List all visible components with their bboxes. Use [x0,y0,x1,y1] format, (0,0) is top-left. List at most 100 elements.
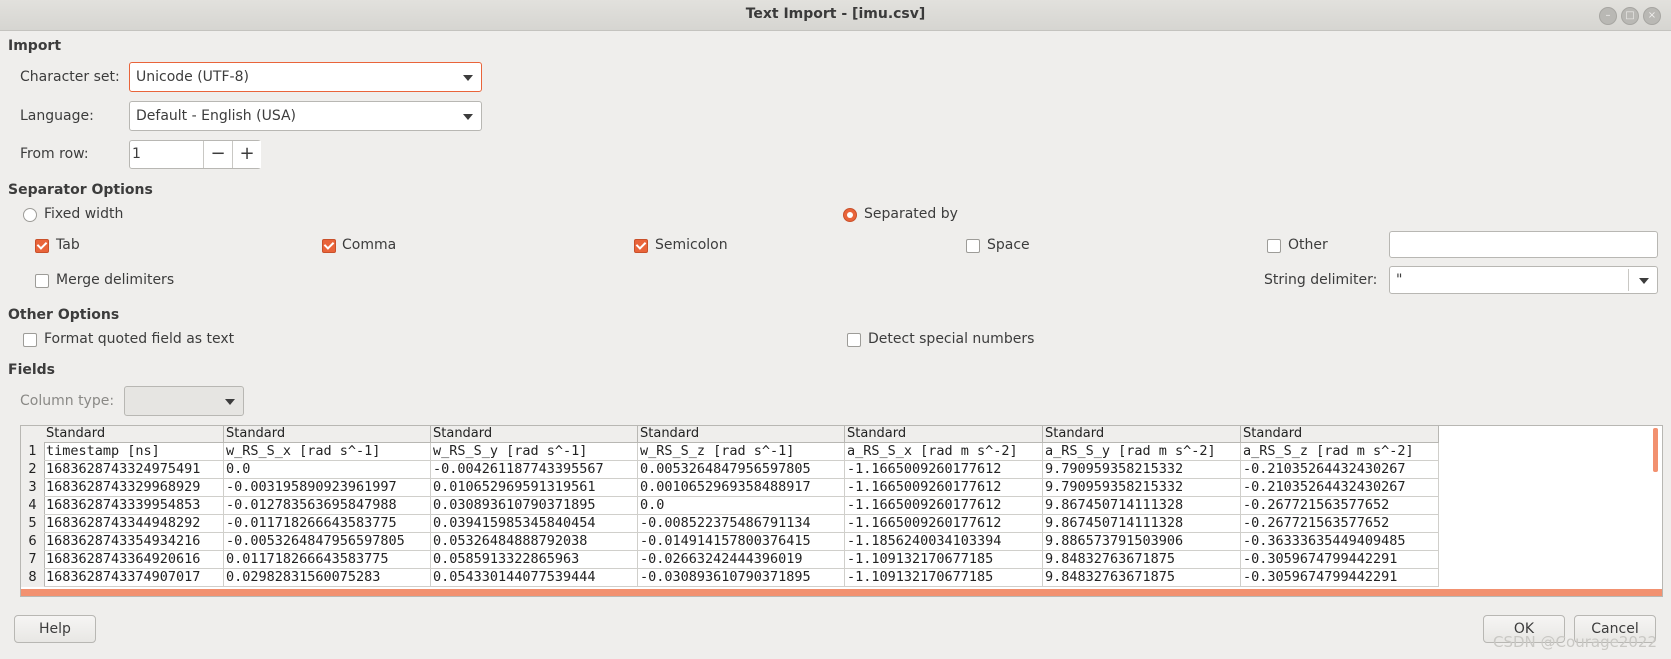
grid-cell: 0.0010652969358488917 [638,479,845,497]
detect-special-label: Detect special numbers [868,331,1035,347]
grid-cell: 0.039415985345840454 [431,515,638,533]
grid-cell: 0.05326484888792038 [431,533,638,551]
string-delimiter-value[interactable]: " [1396,272,1402,288]
fromrow-value[interactable]: 1 [132,146,141,162]
grid-cell: -0.030893610790371895 [638,569,845,587]
charset-label: Character set: [20,69,120,85]
fromrow-spinner[interactable]: 1 − + [129,140,261,169]
row-number: 5 [21,515,45,533]
string-delimiter-label: String delimiter: [1264,272,1378,288]
grid-cell: -0.008522375486791134 [638,515,845,533]
grid-cell: 9.84832763671875 [1043,569,1241,587]
grid-cell: -0.0053264847956597805 [224,533,431,551]
column-type-label: Column type: [20,393,115,409]
import-section-title: Import [8,38,62,54]
chevron-down-icon [225,399,235,405]
comma-checkbox[interactable] [322,239,336,253]
charset-combo[interactable]: Unicode (UTF-8) [129,62,482,92]
column-header[interactable]: Standard [1043,426,1241,443]
language-combo[interactable]: Default - English (USA) [129,101,482,131]
preview-grid[interactable]: Standard Standard Standard Standard Standard… [20,425,1663,597]
other-input[interactable] [1389,231,1658,258]
comma-label: Comma [342,237,397,253]
grid-cell: 9.790959358215332 [1043,461,1241,479]
string-delimiter-combo[interactable]: " [1389,266,1658,294]
grid-cell: 1683628743339954853 [44,497,224,515]
maximize-button[interactable]: □ [1621,7,1639,25]
vertical-scrollbar[interactable] [1653,428,1658,472]
grid-cell: -0.3059674799442291 [1241,569,1439,587]
format-quoted-checkbox[interactable] [23,333,37,347]
grid-cell: 1683628743329968929 [44,479,224,497]
grid-cell: -1.1665009260177612 [845,515,1043,533]
separator-section-title: Separator Options [8,182,153,198]
grid-cell: 1683628743374907017 [44,569,224,587]
grid-cell: timestamp [ns] [44,443,224,461]
grid-cell: -0.02663242444396019 [638,551,845,569]
fromrow-label: From row: [20,146,89,162]
grid-cell: w_RS_S_z [rad s^-1] [638,443,845,461]
grid-cell: w_RS_S_x [rad s^-1] [224,443,431,461]
grid-cell: 9.886573791503906 [1043,533,1241,551]
grid-cell: 1683628743354934216 [44,533,224,551]
space-checkbox[interactable] [966,239,980,253]
column-header[interactable]: Standard [44,426,224,443]
other-checkbox[interactable] [1267,239,1281,253]
language-label: Language: [20,108,94,124]
grid-cell: 0.0 [224,461,431,479]
grid-cell: 1683628743364920616 [44,551,224,569]
decrement-button[interactable]: − [203,141,232,168]
grid-cell: -0.003195890923961997 [224,479,431,497]
row-number: 6 [21,533,45,551]
charset-value: Unicode (UTF-8) [136,69,249,85]
grid-cell: 0.0 [638,497,845,515]
column-type-combo[interactable] [124,386,244,416]
format-quoted-label: Format quoted field as text [44,331,235,347]
grid-cell: 0.005326484795659780​5 [638,461,845,479]
grid-cell: 9.867450714111328 [1043,515,1241,533]
column-header[interactable]: Standard [224,426,431,443]
grid-cell: -0.21035264432430267 [1241,479,1439,497]
grid-cell: 1683628743324975491 [44,461,224,479]
other-label: Other [1288,237,1328,253]
grid-cell: a_RS_S_x [rad m s^-2] [845,443,1043,461]
close-button[interactable]: × [1643,7,1661,25]
title-bar: Text Import - [imu.csv] – □ × [0,0,1671,31]
column-header[interactable]: Standard [431,426,638,443]
grid-corner [21,426,45,444]
column-header[interactable]: Standard [1241,426,1439,443]
horizontal-scrollbar[interactable] [21,589,1662,596]
semicolon-checkbox[interactable] [634,239,648,253]
space-label: Space [987,237,1030,253]
grid-cell: 1683628743344948292 [44,515,224,533]
fixed-width-label: Fixed width [44,206,124,222]
combo-divider [1628,269,1629,291]
grid-cell: 9.84832763671875 [1043,551,1241,569]
other-options-section-title: Other Options [8,307,120,323]
help-button[interactable]: Help [14,615,96,643]
chevron-down-icon[interactable] [1639,278,1649,284]
fixed-width-radio[interactable] [23,208,37,222]
separated-by-radio[interactable] [843,208,857,222]
increment-button[interactable]: + [232,141,261,168]
grid-cell: -1.1856240034103394 [845,533,1043,551]
chevron-down-icon [463,114,473,120]
minimize-button[interactable]: – [1599,7,1617,25]
column-header[interactable]: Standard [845,426,1043,443]
tab-checkbox[interactable] [35,239,49,253]
grid-cell: 9.790959358215332 [1043,479,1241,497]
grid-cell: w_RS_S_y [rad s^-1] [431,443,638,461]
merge-delimiters-checkbox[interactable] [35,274,49,288]
detect-special-checkbox[interactable] [847,333,861,347]
grid-cell: -1.109132170677185 [845,551,1043,569]
row-number: 1 [21,443,45,461]
grid-cell: -0.014914157800376415 [638,533,845,551]
grid-cell: 0.054330144077539444 [431,569,638,587]
watermark: CSDN @Courage2022 [1493,633,1657,651]
column-header[interactable]: Standard [638,426,845,443]
grid-cell: 0.030893610790371895 [431,497,638,515]
merge-delimiters-label: Merge delimiters [56,272,175,288]
row-number: 7 [21,551,45,569]
fields-section-title: Fields [8,362,56,378]
grid-cell: -0.267721563577652 [1241,515,1439,533]
